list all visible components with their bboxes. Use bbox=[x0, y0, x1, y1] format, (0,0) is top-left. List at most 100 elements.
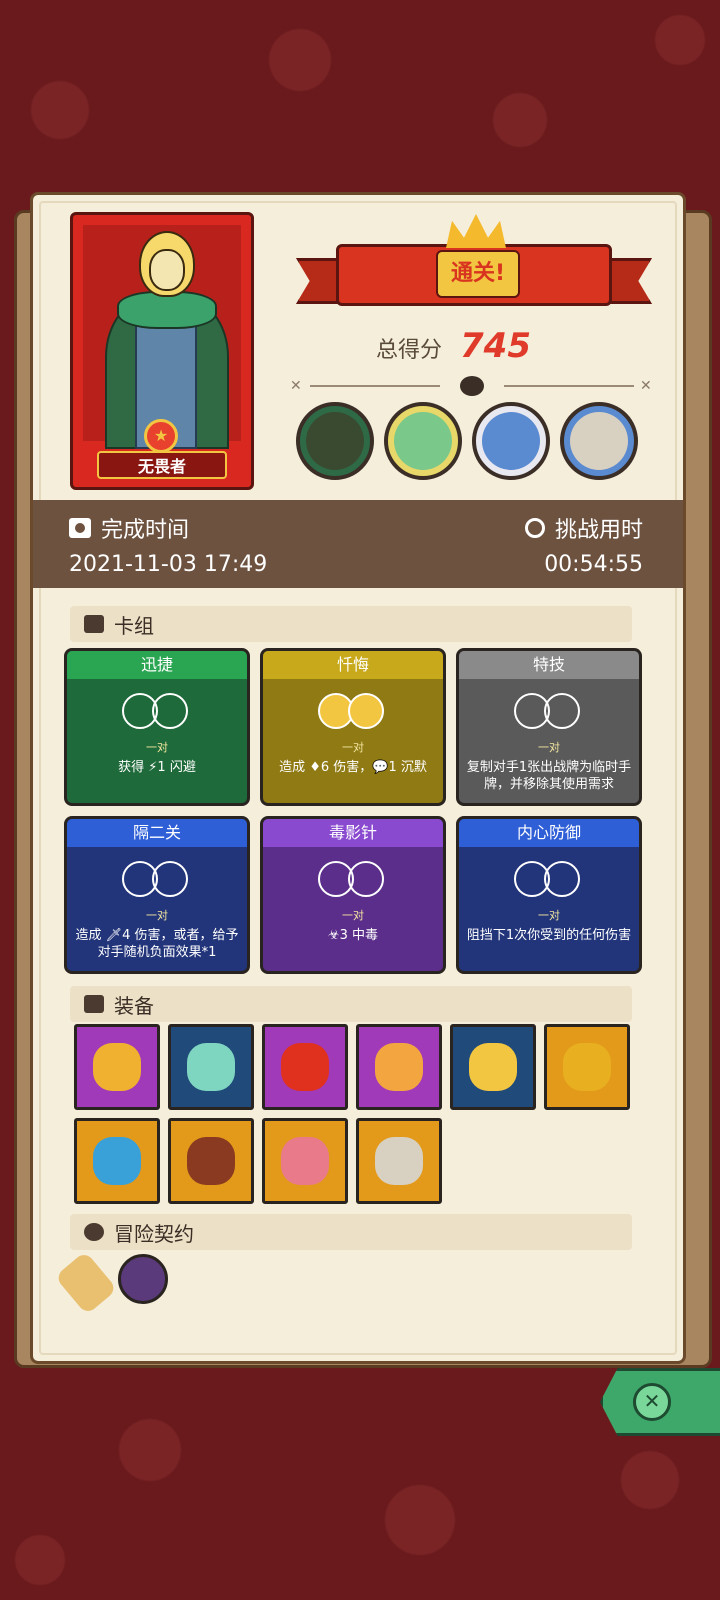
divider-line-left bbox=[310, 385, 440, 387]
banner-title: 通关! bbox=[436, 250, 520, 298]
card-description: 造成 ♦6 伤害，💬1 沉默 bbox=[279, 760, 427, 775]
card-pair-icon bbox=[318, 861, 388, 901]
dragon-boss-icon[interactable] bbox=[384, 402, 462, 480]
crown-icon bbox=[375, 1043, 423, 1091]
banner-crown-icon bbox=[446, 214, 506, 248]
hood-icon bbox=[187, 1137, 235, 1185]
equipment-slot[interactable] bbox=[450, 1024, 536, 1110]
card-title: 隔二关 bbox=[67, 819, 247, 847]
card-description: 造成 🗡4 伤害，或者，给予对手随机负面效果*1 bbox=[75, 928, 239, 960]
dark-orb-icon[interactable] bbox=[118, 1254, 168, 1304]
deck-card[interactable]: 迅捷一对获得 ⚡1 闪避 bbox=[64, 648, 250, 806]
complete-time-value: 2021-11-03 17:49 bbox=[69, 552, 268, 577]
hero-portrait bbox=[83, 225, 241, 449]
card-slot-icon bbox=[152, 861, 188, 897]
hero-name: 无畏者 bbox=[97, 451, 227, 479]
equipment-slot[interactable] bbox=[74, 1118, 160, 1204]
card-body: 一对造成 🗡4 伤害，或者，给予对手随机负面效果*1 bbox=[67, 847, 247, 971]
crossed-swords-icon: ✕ bbox=[640, 378, 652, 394]
hero-star-badge-icon: ★ bbox=[144, 419, 178, 453]
card-body: 一对复制对手1张出战牌为临时手牌，并移除其使用需求 bbox=[459, 679, 639, 803]
card-slot-icon bbox=[348, 693, 384, 729]
complete-time-label-group: 完成时间 bbox=[69, 512, 189, 544]
deck-card[interactable]: 内心防御一对阻挡下1次你受到的任何伤害 bbox=[456, 816, 642, 974]
magic-ring-icon bbox=[187, 1043, 235, 1091]
card-pair-icon bbox=[514, 693, 584, 733]
divider-line-right bbox=[504, 385, 634, 387]
equipment-slot[interactable] bbox=[262, 1118, 348, 1204]
card-title: 特技 bbox=[459, 651, 639, 679]
hero-face bbox=[149, 249, 185, 291]
equipment-slot[interactable] bbox=[74, 1024, 160, 1110]
camera-icon bbox=[69, 518, 91, 538]
equipment-slot[interactable] bbox=[168, 1024, 254, 1110]
fire-potion-icon bbox=[93, 1043, 141, 1091]
card-pair-label: 一对 bbox=[342, 741, 364, 754]
equipment-slot[interactable] bbox=[544, 1024, 630, 1110]
card-pair-icon bbox=[122, 861, 192, 901]
contracts-title: 冒险契约 bbox=[114, 1221, 194, 1246]
knight-boss-icon[interactable] bbox=[296, 402, 374, 480]
card-description: 获得 ⚡1 闪避 bbox=[118, 760, 196, 775]
equipment-slot[interactable] bbox=[356, 1024, 442, 1110]
hero-card[interactable]: ★ 无畏者 bbox=[70, 212, 254, 490]
equipment-slot[interactable] bbox=[168, 1118, 254, 1204]
card-pair-label: 一对 bbox=[538, 909, 560, 922]
card-title: 迅捷 bbox=[67, 651, 247, 679]
spirit-flame-icon bbox=[93, 1137, 141, 1185]
equipment-section-header: 装备 bbox=[70, 986, 632, 1022]
horn-icon bbox=[375, 1137, 423, 1185]
gold-helmet-icon bbox=[469, 1043, 517, 1091]
deck-card[interactable]: 隔二关一对造成 🗡4 伤害，或者，给予对手随机负面效果*1 bbox=[64, 816, 250, 974]
card-title: 忏悔 bbox=[263, 651, 443, 679]
close-button[interactable]: ✕ bbox=[600, 1368, 720, 1436]
card-slot-icon bbox=[348, 861, 384, 897]
challenge-time-value: 00:54:55 bbox=[544, 552, 643, 577]
card-slot-icon bbox=[544, 693, 580, 729]
card-description: ☣3 中毒 bbox=[327, 928, 379, 943]
card-pair-icon bbox=[318, 693, 388, 733]
card-pair-label: 一对 bbox=[538, 741, 560, 754]
deck-title: 卡组 bbox=[114, 613, 154, 638]
victory-banner: 通关! bbox=[296, 214, 652, 318]
contracts-section-header: 冒险契约 bbox=[70, 1214, 632, 1250]
score-row: 总得分 745 bbox=[376, 326, 531, 366]
equipment-slot[interactable] bbox=[356, 1118, 442, 1204]
skull-icon bbox=[460, 376, 484, 396]
yeti-boss-icon[interactable] bbox=[472, 402, 550, 480]
card-body: 一对阻挡下1次你受到的任何伤害 bbox=[459, 847, 639, 971]
score-value: 745 bbox=[460, 326, 531, 366]
potion-jar-icon bbox=[281, 1137, 329, 1185]
card-body: 一对获得 ⚡1 闪避 bbox=[67, 679, 247, 803]
defeated-bosses bbox=[296, 402, 638, 480]
skeleton-boss-icon[interactable] bbox=[560, 402, 638, 480]
flame-sword-icon bbox=[281, 1043, 329, 1091]
time-bar: 完成时间 2021-11-03 17:49 挑战用时 00:54:55 bbox=[33, 500, 683, 588]
complete-time-label: 完成时间 bbox=[101, 518, 190, 543]
cards-icon bbox=[84, 615, 104, 633]
card-pair-label: 一对 bbox=[146, 909, 168, 922]
card-title: 内心防御 bbox=[459, 819, 639, 847]
stopwatch-icon bbox=[524, 518, 545, 538]
card-description: 阻挡下1次你受到的任何伤害 bbox=[466, 928, 632, 943]
deck-section-header: 卡组 bbox=[70, 606, 632, 642]
card-slot-icon bbox=[544, 861, 580, 897]
close-icon: ✕ bbox=[633, 1383, 671, 1421]
deck-card[interactable]: 特技一对复制对手1张出战牌为临时手牌，并移除其使用需求 bbox=[456, 648, 642, 806]
card-pair-icon bbox=[122, 693, 192, 733]
card-body: 一对造成 ♦6 伤害，💬1 沉默 bbox=[263, 679, 443, 803]
card-pair-label: 一对 bbox=[146, 741, 168, 754]
challenge-time-label: 挑战用时 bbox=[554, 518, 643, 543]
deck-card[interactable]: 忏悔一对造成 ♦6 伤害，💬1 沉默 bbox=[260, 648, 446, 806]
gold-coin-icon bbox=[563, 1043, 611, 1091]
card-title: 毒影针 bbox=[263, 819, 443, 847]
deck-card[interactable]: 毒影针一对 ☣3 中毒 bbox=[260, 816, 446, 974]
score-label: 总得分 bbox=[376, 338, 443, 363]
card-description: 复制对手1张出战牌为临时手牌，并移除其使用需求 bbox=[466, 760, 632, 792]
cube-icon bbox=[84, 995, 104, 1013]
boss-divider: ✕ ✕ bbox=[290, 376, 658, 396]
challenge-time-label-group: 挑战用时 bbox=[524, 512, 643, 544]
equipment-title: 装备 bbox=[114, 993, 154, 1018]
card-pair-label: 一对 bbox=[342, 909, 364, 922]
equipment-slot[interactable] bbox=[262, 1024, 348, 1110]
